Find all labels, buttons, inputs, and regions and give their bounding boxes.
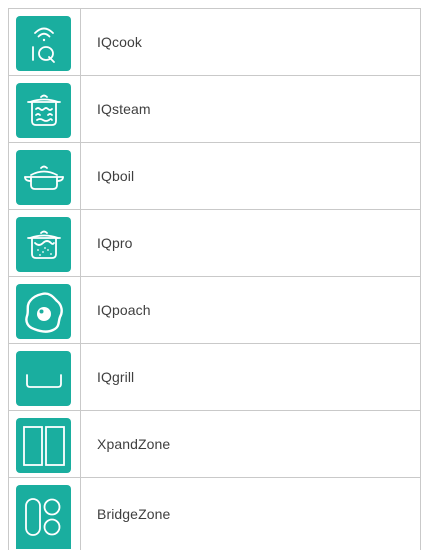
icon-cell	[9, 9, 81, 75]
feature-row-xpandzone: XpandZone	[9, 411, 420, 478]
icon-cell	[9, 277, 81, 343]
feature-row-iqsteam: IQsteam	[9, 76, 420, 143]
feature-table: IQcook IQsteam IQboil IQpro IQpoach IQgr…	[8, 8, 421, 550]
icon-cell	[9, 344, 81, 410]
icon-cell	[9, 76, 81, 142]
feature-label: BridgeZone	[97, 506, 171, 522]
bridge-zone-icon	[16, 485, 71, 549]
steam-pot-icon	[16, 83, 71, 138]
feature-row-iqpoach: IQpoach	[9, 277, 420, 344]
feature-row-iqboil: IQboil	[9, 143, 420, 210]
icon-cell	[9, 478, 81, 550]
feature-label: IQcook	[97, 34, 142, 50]
feature-label: XpandZone	[97, 436, 171, 452]
pro-pot-icon	[16, 217, 71, 272]
feature-label: IQsteam	[97, 101, 151, 117]
icon-cell	[9, 411, 81, 477]
feature-row-bridgezone: BridgeZone	[9, 478, 420, 550]
icon-cell	[9, 210, 81, 276]
poached-egg-icon	[16, 284, 71, 339]
grill-tray-icon	[16, 351, 71, 406]
xpand-zone-icon	[16, 418, 71, 473]
feature-label: IQpoach	[97, 302, 151, 318]
feature-label: IQboil	[97, 168, 135, 184]
boil-pot-icon	[16, 150, 71, 205]
icon-cell	[9, 143, 81, 209]
feature-row-iqgrill: IQgrill	[9, 344, 420, 411]
feature-label: IQpro	[97, 235, 133, 251]
feature-row-iqpro: IQpro	[9, 210, 420, 277]
iqcook-icon	[16, 16, 71, 71]
feature-row-iqcook: IQcook	[9, 9, 420, 76]
feature-label: IQgrill	[97, 369, 135, 385]
